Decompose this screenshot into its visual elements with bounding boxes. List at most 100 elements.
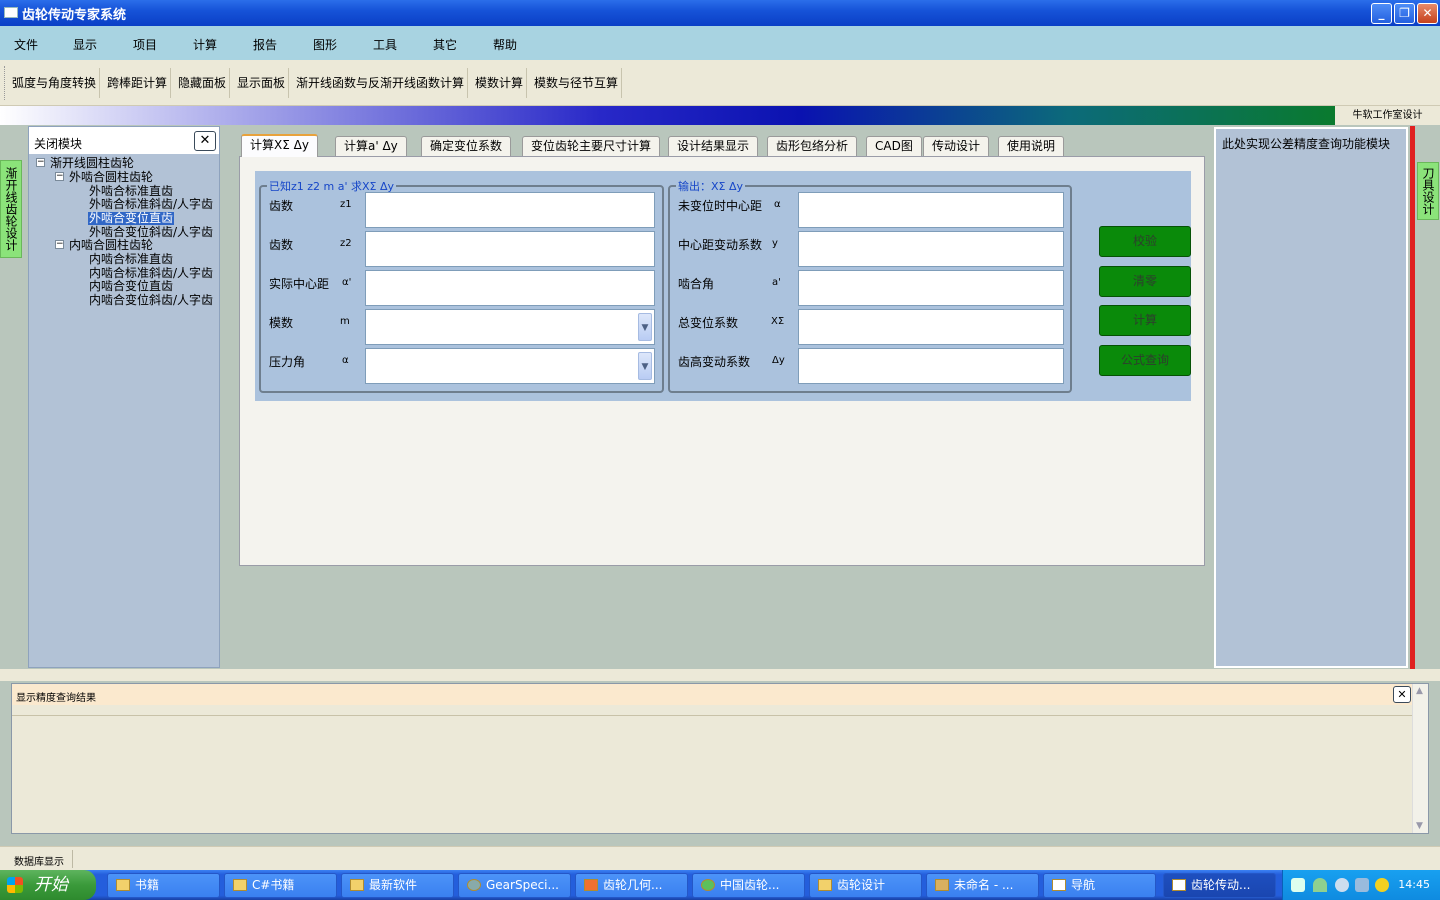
verify-button[interactable]: 校验 — [1099, 226, 1191, 257]
addendum-change-output[interactable] — [798, 348, 1064, 384]
tree-item-selected[interactable]: 外啮合变位直齿 — [88, 212, 175, 225]
close-results-icon[interactable]: ✕ — [1393, 686, 1411, 703]
minimize-button[interactable]: _ — [1371, 3, 1392, 24]
tab-main-dimensions[interactable]: 变位齿轮主要尺寸计算 — [522, 136, 661, 156]
collapse-icon[interactable]: − — [55, 172, 64, 181]
scroll-up-icon[interactable]: ▲ — [1416, 686, 1423, 696]
vertical-scrollbar[interactable]: ▲ ▼ — [1412, 684, 1428, 833]
taskbar-item-label: 导航 — [1071, 878, 1096, 892]
field-label: 齿数 — [269, 199, 294, 213]
toolbar-module-pitch-button[interactable]: 模数与径节互算 — [531, 68, 623, 98]
taskbar-item[interactable]: 齿轮设计 — [809, 873, 922, 898]
working-pressure-angle-output[interactable] — [798, 270, 1064, 306]
toolbar-hide-panel-button[interactable]: 隐藏面板 — [175, 68, 231, 98]
folder-icon — [116, 879, 130, 891]
formula-lookup-button[interactable]: 公式查询 — [1099, 345, 1191, 376]
z2-input[interactable] — [365, 231, 655, 267]
window-icon — [1172, 879, 1186, 891]
app-icon — [467, 879, 481, 891]
menu-report[interactable]: 报告 — [253, 36, 277, 53]
tab-envelope-analysis[interactable]: 齿形包络分析 — [767, 136, 858, 156]
toolbar-involute-function-button[interactable]: 渐开线函数与反渐开线函数计算 — [293, 68, 469, 98]
taskbar-item[interactable]: 导航 — [1043, 873, 1156, 898]
collapse-icon[interactable]: − — [36, 158, 45, 167]
update-icon[interactable] — [1375, 878, 1389, 892]
field-label: 未变位时中心距 — [678, 199, 763, 213]
system-tray: 14:45 — [1282, 870, 1440, 900]
taskbar-item[interactable]: GearSpeci... — [458, 873, 571, 898]
close-button[interactable]: ✕ — [1417, 3, 1438, 24]
toolbar-span-measure-button[interactable]: 跨棒距计算 — [104, 68, 172, 98]
menu-graphics[interactable]: 图形 — [313, 36, 337, 53]
taskbar-item[interactable]: 最新软件 — [341, 873, 454, 898]
menu-help[interactable]: 帮助 — [493, 36, 517, 53]
toolbar-grip[interactable] — [4, 66, 7, 100]
center-distance-input[interactable] — [365, 270, 655, 306]
field-symbol: z1 — [340, 199, 352, 210]
keyboard-icon[interactable] — [1291, 878, 1305, 892]
taskbar-item[interactable]: 中国齿轮... — [692, 873, 805, 898]
total-shift-output[interactable] — [798, 309, 1064, 345]
tab-design-results[interactable]: 设计结果显示 — [668, 136, 759, 156]
collapse-icon[interactable]: − — [55, 240, 64, 249]
toolbar-show-panel-button[interactable]: 显示面板 — [234, 68, 290, 98]
splitter[interactable] — [0, 669, 1440, 681]
scroll-down-icon[interactable]: ▼ — [1416, 821, 1423, 831]
taskbar-item[interactable]: C#书籍 — [224, 873, 337, 898]
tree-item[interactable]: 内啮合变位斜齿/人字齿 — [89, 294, 213, 307]
tree-group-external[interactable]: 外啮合圆柱齿轮 — [69, 171, 153, 184]
standard-center-distance-output[interactable] — [798, 192, 1064, 228]
tree-item[interactable]: 外啮合标准斜齿/人字齿 — [89, 198, 213, 211]
restore-button[interactable]: ❐ — [1394, 3, 1415, 24]
app-icon — [584, 879, 598, 891]
chevron-down-icon[interactable]: ▼ — [638, 352, 652, 380]
clear-button[interactable]: 清零 — [1099, 266, 1191, 297]
taskbar: 开始 书籍 C#书籍 最新软件 GearSpeci... 齿轮几何... 中国齿… — [0, 870, 1440, 900]
tab-cutter-design[interactable]: 刀具设计 — [1417, 162, 1439, 220]
tab-calc-a[interactable]: 计算a' Δy — [335, 136, 407, 156]
tab-transmission-design[interactable]: 传动设计 — [923, 136, 990, 156]
taskbar-item[interactable]: 齿轮几何... — [575, 873, 688, 898]
tree-item[interactable]: 内啮合标准直齿 — [89, 253, 173, 266]
calculate-button[interactable]: 计算 — [1099, 305, 1191, 336]
center-distance-coefficient-output[interactable] — [798, 231, 1064, 267]
windows-logo-icon — [7, 877, 23, 893]
menu-view[interactable]: 显示 — [73, 36, 97, 53]
toolbar-module-calc-button[interactable]: 模数计算 — [472, 68, 528, 98]
menu-tools[interactable]: 工具 — [373, 36, 397, 53]
field-symbol: α — [342, 355, 349, 366]
tree-group-internal[interactable]: 内啮合圆柱齿轮 — [69, 239, 153, 252]
menu-project[interactable]: 项目 — [133, 36, 157, 53]
wifi-icon[interactable] — [1313, 878, 1327, 892]
output-group: 输出：XΣ Δy 未变位时中心距 α 中心距变动系数 y 啮合角 a' 总变位系… — [668, 178, 1072, 393]
toolbar-rad-deg-button[interactable]: 弧度与角度转换 — [9, 68, 101, 98]
module-select[interactable]: ▼ — [365, 309, 655, 345]
tree-root[interactable]: 渐开线圆柱齿轮 — [50, 157, 134, 170]
taskbar-item-label: 齿轮传动... — [1191, 878, 1251, 892]
network-icon[interactable] — [1355, 878, 1369, 892]
menu-other[interactable]: 其它 — [433, 36, 457, 53]
menu-calculate[interactable]: 计算 — [193, 36, 217, 53]
tab-calc-x-sum[interactable]: 计算XΣ Δy — [241, 134, 318, 157]
field-label: 实际中心距 — [269, 277, 330, 291]
gradient-banner — [0, 106, 1335, 125]
taskbar-item-active[interactable]: 齿轮传动... — [1163, 873, 1276, 898]
taskbar-item[interactable]: 书籍 — [107, 873, 220, 898]
tab-involute-gear-design[interactable]: 渐开线齿轮设计 — [0, 160, 22, 258]
chevron-down-icon[interactable]: ▼ — [638, 313, 652, 341]
tab-cad[interactable]: CAD图 — [866, 136, 922, 156]
tab-instructions[interactable]: 使用说明 — [998, 136, 1065, 156]
tab-shift-coefficient[interactable]: 确定变位系数 — [421, 136, 512, 156]
window-icon — [1052, 879, 1066, 891]
field-label: 压力角 — [269, 355, 306, 369]
z1-input[interactable] — [365, 192, 655, 228]
taskbar-item[interactable]: 未命名 - ... — [926, 873, 1039, 898]
chevron-left-icon[interactable] — [1335, 878, 1349, 892]
start-button[interactable]: 开始 — [0, 870, 96, 900]
toolbar: 弧度与角度转换 跨棒距计算 隐藏面板 显示面板 渐开线函数与反渐开线函数计算 模… — [0, 60, 1440, 106]
pressure-angle-select[interactable]: ▼ — [365, 348, 655, 384]
taskbar-item-label: C#书籍 — [252, 878, 295, 892]
tree-item[interactable]: 内啮合变位直齿 — [89, 280, 173, 293]
close-module-icon[interactable]: ✕ — [194, 131, 216, 151]
menu-file[interactable]: 文件 — [14, 36, 38, 53]
